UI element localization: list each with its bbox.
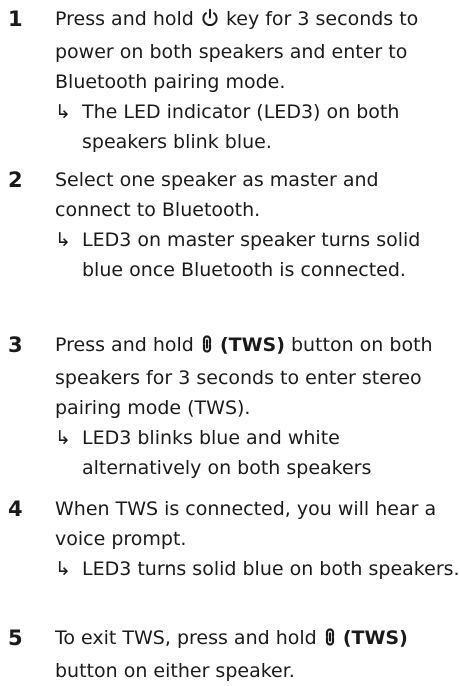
result-text: LED3 blinks blue and white alternatively… xyxy=(82,427,372,479)
step-text-part: When TWS is connected, you will hear a v… xyxy=(55,498,437,550)
step-number: 3 xyxy=(8,333,23,357)
step-text: Press and hold (TWS) button on both spea… xyxy=(55,330,460,483)
step-number: 4 xyxy=(8,497,23,521)
step-text: Select one speaker as master and connect… xyxy=(55,165,460,285)
result-arrow-icon: ↳ xyxy=(55,101,71,123)
step-number: 5 xyxy=(8,626,23,650)
step-text-part: To exit TWS, press and hold xyxy=(55,627,317,649)
step-text-part: button on either speaker. xyxy=(55,660,295,682)
step-text-part: Press and hold xyxy=(55,8,194,30)
tws-button-label: (TWS) xyxy=(219,334,285,356)
step-number: 1 xyxy=(8,7,23,31)
result-arrow-icon: ↳ xyxy=(55,427,71,449)
step-text: Press and hold key for 3 seconds to powe… xyxy=(55,4,460,157)
step-result: ↳ LED3 blinks blue and white alternative… xyxy=(55,423,460,483)
step-text-part: Press and hold xyxy=(55,334,194,356)
tws-link-icon xyxy=(200,333,214,363)
result-text: LED3 turns solid blue on both speakers. xyxy=(82,558,460,580)
step-text: When TWS is connected, you will hear a v… xyxy=(55,494,460,584)
result-arrow-icon: ↳ xyxy=(55,558,71,580)
step-result: ↳ LED3 turns solid blue on both speakers… xyxy=(55,554,460,584)
result-text: LED3 on master speaker turns solid blue … xyxy=(82,229,421,281)
power-icon xyxy=(200,7,220,37)
step-number: 2 xyxy=(8,168,23,192)
result-arrow-icon: ↳ xyxy=(55,229,71,251)
result-text: The LED indicator (LED3) on both speaker… xyxy=(82,101,400,153)
step-text-part: Select one speaker as master and connect… xyxy=(55,169,379,221)
step-result: ↳ LED3 on master speaker turns solid blu… xyxy=(55,225,460,285)
step-text: To exit TWS, press and hold (TWS) button… xyxy=(55,623,460,686)
tws-button-label: (TWS) xyxy=(342,627,408,649)
tws-link-icon xyxy=(323,626,337,656)
step-result: ↳ The LED indicator (LED3) on both speak… xyxy=(55,97,460,157)
